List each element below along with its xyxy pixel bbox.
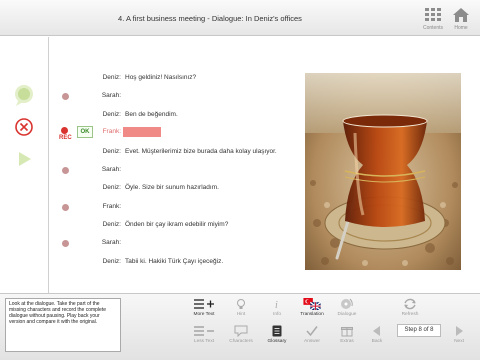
dialogue-audio-button[interactable]: Dialogue [330, 298, 364, 317]
info-label: Info [272, 312, 281, 317]
dialogue-row-11: Deniz: Tabii ki. Hakiki Türk Çayı içeceğ… [55, 256, 295, 270]
dialogue-row-4-active: REC OK Frank: [55, 126, 295, 141]
info-button[interactable]: i Info [260, 298, 294, 317]
more-text-button[interactable]: More Text [187, 298, 221, 317]
glossary-book-icon [272, 325, 282, 337]
record-dot[interactable] [62, 167, 69, 174]
dialogue-line: Ben de beğendim. [125, 111, 178, 118]
turkish-tea-photo [305, 73, 461, 270]
next-arrow-icon [456, 326, 463, 336]
step-indicator: Step 8 of 8 [397, 324, 441, 337]
translation-button[interactable]: Translation [295, 298, 329, 317]
dialogue-line: Önden bir çay ikram edebilir miyim? [125, 221, 229, 228]
answer-button[interactable]: Answer [295, 325, 329, 344]
recording-indicator [61, 127, 68, 134]
glossary-label: Glossary [267, 339, 287, 344]
dialogue-row-10: Sarah: [55, 237, 295, 251]
missing-text-blank [123, 127, 161, 137]
left-control-panel [0, 37, 49, 293]
flags-icon [303, 298, 321, 310]
speaker-name: Sarah: [101, 92, 121, 99]
speaker-name: Deniz: [102, 148, 121, 155]
lightbulb-icon [237, 299, 245, 309]
speaker-name: Frank: [102, 203, 121, 210]
next-button[interactable]: Next [444, 325, 474, 344]
dialogue-line: Evet. Müşterilerimiz bize burada daha ko… [125, 148, 277, 155]
back-arrow-icon [373, 326, 380, 336]
play-button[interactable] [12, 147, 36, 171]
record-dot[interactable] [62, 204, 69, 211]
rec-label: REC [59, 135, 72, 141]
speaker-name: Deniz: [102, 74, 121, 81]
checkmark-icon [306, 326, 318, 337]
speaker-name: Deniz: [102, 184, 121, 191]
dialogue-row-7: Deniz: Öyle. Size bir sunum hazırladım. [55, 182, 295, 196]
less-text-icon [194, 326, 214, 336]
speech-bubble-button[interactable] [12, 83, 36, 107]
page-title: 4. A first business meeting - Dialogue: … [118, 14, 302, 23]
dialogue-row-6: Sarah: [55, 164, 295, 178]
close-circle-icon [15, 118, 33, 136]
info-icon: i [275, 300, 278, 310]
grid-icon [425, 8, 441, 21]
dialogue-list: Deniz: Hoş geldiniz! Nasılsınız? Sarah: … [55, 62, 295, 282]
hint-button[interactable]: Hint [224, 298, 258, 317]
home-button[interactable]: Home [449, 8, 473, 31]
play-icon [19, 152, 31, 166]
translation-label: Translation [300, 312, 324, 317]
speaker-name: Deniz: [102, 221, 121, 228]
speaker-name: Sarah: [101, 166, 121, 173]
audio-disc-icon [341, 298, 353, 309]
less-text-label: Less Text [193, 339, 215, 344]
speaker-name: Frank: [102, 128, 121, 135]
dialogue-line: Hoş geldiniz! Nasılsınız? [125, 74, 197, 81]
glossary-button[interactable]: Glossary [260, 325, 294, 344]
home-label: Home [454, 25, 468, 31]
extras-label: Extras [340, 339, 354, 344]
header-bar: 4. A first business meeting - Dialogue: … [0, 0, 480, 36]
dialogue-line: Öyle. Size bir sunum hazırladım. [125, 184, 219, 191]
record-dot[interactable] [62, 93, 69, 100]
bottom-toolbar: Look at the dialogue. Take the part of t… [0, 293, 480, 360]
speaker-name: Deniz: [102, 258, 121, 265]
next-label: Next [454, 339, 464, 344]
answer-label: Answer [304, 339, 320, 344]
characters-icon [234, 325, 248, 337]
record-dot[interactable] [62, 240, 69, 247]
instructions-box: Look at the dialogue. Take the part of t… [5, 298, 121, 352]
refresh-button[interactable]: Refresh [393, 298, 427, 317]
back-button[interactable]: Back [362, 325, 392, 344]
dialogue-row-1: Deniz: Hoş geldiniz! Nasılsınız? [55, 72, 295, 86]
dialogue-row-8: Frank: [55, 201, 295, 215]
contents-label: Contents [422, 25, 443, 31]
more-text-label: More Text [193, 312, 215, 317]
less-text-button[interactable]: Less Text [187, 325, 221, 344]
gift-icon [341, 327, 353, 337]
dialogue-line: Tabii ki. Hakiki Türk Çayı içeceğiz. [125, 258, 224, 265]
more-text-icon [194, 299, 214, 309]
speaker-name: Sarah: [101, 239, 121, 246]
dialogue-row-3: Deniz: Ben de beğendim. [55, 109, 295, 123]
dialogue-row-5: Deniz: Evet. Müşterilerimiz bize burada … [55, 146, 295, 160]
characters-button[interactable]: Characters [224, 325, 258, 344]
speaker-name: Deniz: [102, 111, 121, 118]
hint-label: Hint [236, 312, 246, 317]
extras-button[interactable]: Extras [330, 325, 364, 344]
home-icon [453, 8, 469, 22]
dialogue-row-2: Sarah: [55, 90, 295, 104]
dialogue-label: Dialogue [337, 312, 357, 317]
speech-bubble-icon [15, 85, 33, 106]
contents-button[interactable]: Contents [421, 8, 445, 31]
tea-glass-illustration [305, 73, 461, 270]
stop-button[interactable] [12, 115, 36, 139]
dialogue-row-9: Deniz: Önden bir çay ikram edebilir miyi… [55, 219, 295, 233]
refresh-label: Refresh [401, 312, 419, 317]
back-label: Back [371, 339, 383, 344]
characters-label: Characters [229, 339, 253, 344]
svg-text:i: i [275, 300, 278, 310]
refresh-icon [404, 298, 416, 310]
